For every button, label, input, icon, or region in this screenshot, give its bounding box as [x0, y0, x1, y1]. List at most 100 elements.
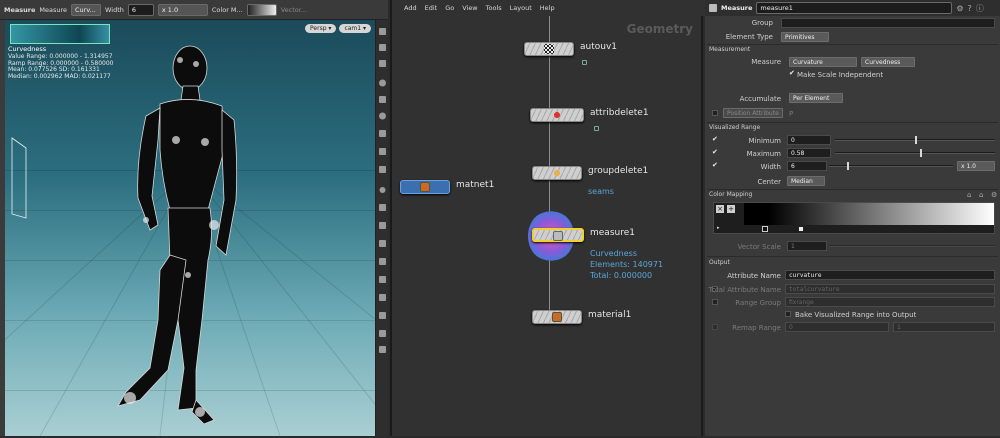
viewport-pane[interactable]: Curvedness Value Range: 0.000000 - 1.314…	[0, 0, 375, 436]
element-type-dropdown[interactable]: Primitives	[781, 32, 829, 42]
viewport-toolbar: Measure Measure Curv... Width 6 x 1.0 Co…	[0, 0, 388, 20]
lock-icon	[594, 126, 599, 131]
maximum-slider[interactable]	[835, 152, 995, 154]
ramp-key-black[interactable]	[762, 226, 768, 232]
figure-mesh	[0, 45, 375, 436]
lock-icon	[582, 60, 587, 65]
position-attribute-toggle[interactable]	[712, 110, 718, 116]
make-scale-independent-check[interactable]: ✔	[789, 69, 795, 77]
remap-range-min-field[interactable]: 0	[785, 322, 889, 332]
delete-icon	[552, 110, 562, 120]
accumulate-label: Accumulate	[739, 95, 781, 103]
gear-icon[interactable]: ⚙	[956, 4, 963, 13]
width-label: Width	[760, 163, 781, 171]
color-map-label: Color M...	[211, 5, 243, 14]
viewport-hud: Curvedness Value Range: 0.000000 - 1.314…	[8, 26, 118, 81]
ramp-expand-icon[interactable]: ▸	[717, 225, 720, 231]
ramp-key-white[interactable]	[798, 226, 804, 232]
node-attribdelete1[interactable]	[530, 108, 584, 122]
network-editor[interactable]: Add Edit Go View Tools Layout Help Geome…	[390, 0, 705, 436]
help-icon[interactable]: ?	[968, 4, 972, 13]
measure-info-elements: Elements: 140971	[590, 260, 664, 269]
camera-buttons: Persp ▾ cam1 ▾	[305, 24, 371, 33]
camera-button[interactable]: cam1 ▾	[339, 24, 371, 33]
group-field[interactable]	[781, 18, 995, 28]
node-groupdelete1[interactable]	[532, 166, 582, 180]
total-attribute-name-label: Total Attribute Name	[708, 286, 781, 294]
ramp-gradient[interactable]	[744, 203, 994, 225]
vector-label: Vector...	[280, 5, 308, 14]
gear-icon[interactable]: ⚙	[991, 191, 997, 199]
accumulate-dropdown[interactable]: Per Element	[789, 93, 843, 103]
range-group-field[interactable]: fixrange	[785, 297, 995, 307]
menu-add[interactable]: Add	[404, 4, 417, 12]
menu-edit[interactable]: Edit	[425, 4, 438, 12]
group-delete-icon	[552, 168, 562, 178]
center-dropdown[interactable]: Median	[787, 176, 825, 186]
node-name-field[interactable]: measure1	[756, 2, 953, 14]
node-label-material1: material1	[588, 310, 632, 320]
measure-type-dropdown[interactable]: Curv...	[71, 3, 101, 16]
width-field[interactable]: 6	[787, 161, 827, 171]
vector-scale-label: Vector Scale	[737, 243, 781, 251]
menu-go[interactable]: Go	[445, 4, 454, 12]
display-toolbar-icons[interactable]	[376, 20, 389, 436]
color-map-swatch[interactable]	[246, 3, 277, 16]
network-menu: Add Edit Go View Tools Layout Help	[392, 0, 705, 16]
menu-help[interactable]: Help	[540, 4, 555, 12]
measure-sub-dropdown[interactable]: Curvedness	[861, 57, 915, 67]
node-material1[interactable]	[532, 310, 582, 324]
width-slider-knob[interactable]	[847, 162, 849, 170]
node-info-measure1: Curvedness Elements: 140971 Total: 0.000…	[590, 248, 663, 281]
center-label: Center	[757, 178, 781, 186]
node-autouv1[interactable]	[524, 42, 574, 56]
position-attribute-value: P	[789, 110, 794, 118]
node-measure1[interactable]	[532, 228, 584, 242]
matnet-icon	[420, 182, 430, 192]
node-label-measure1: measure1	[590, 228, 635, 238]
attribute-name-field[interactable]: curvature	[785, 270, 995, 280]
node-matnet1[interactable]	[400, 180, 450, 194]
minimum-label: Minimum	[748, 137, 781, 145]
remap-range-label: Remap Range	[732, 324, 781, 332]
home-icon[interactable]: ⌂	[967, 191, 971, 199]
ramp-remove-key-button[interactable]: ×	[716, 205, 724, 213]
hud-median-mad: Median: 0.002962 MAD: 0.021177	[8, 73, 111, 81]
info-icon[interactable]: ⓘ	[976, 3, 984, 14]
bake-visualized-range-label: Bake Visualized Range into Output	[795, 311, 917, 319]
ramp-add-key-button[interactable]: +	[727, 205, 735, 213]
total-attribute-name-field[interactable]: totalcurvature	[785, 284, 995, 294]
position-attribute-button[interactable]: Position Attribute	[723, 108, 783, 118]
width-field[interactable]: 6	[127, 3, 154, 16]
perspective-button[interactable]: Persp ▾	[305, 24, 337, 33]
menu-layout[interactable]: Layout	[510, 4, 532, 12]
node-label-attribdelete1: attribdelete1	[590, 108, 649, 118]
node-label-groupdelete1: groupdelete1	[588, 166, 649, 176]
autouv-icon	[544, 44, 554, 54]
vector-scale-slider[interactable]	[829, 245, 995, 247]
minimum-slider-knob[interactable]	[915, 136, 917, 144]
parameter-editor: Measure measure1 ⚙ ? ⓘ Group Element Typ…	[705, 0, 1000, 436]
vector-scale-field[interactable]: 1	[787, 241, 827, 251]
measure-info-type: Curvedness	[590, 249, 638, 258]
color-ramp-editor[interactable]: × + ▸	[713, 202, 995, 234]
width-scale-dropdown[interactable]: x 1.0	[957, 161, 995, 171]
minimum-field[interactable]: 0	[787, 135, 831, 145]
maximum-field[interactable]: 0.58	[787, 148, 831, 158]
remap-range-max-field[interactable]: 1	[893, 322, 995, 332]
color-mapping-section: Color Mapping	[709, 191, 753, 198]
maximum-label: Maximum	[746, 150, 782, 158]
preset-icon[interactable]: ⌂	[979, 191, 983, 199]
width-scale-dropdown[interactable]: x 1.0	[157, 3, 208, 16]
measure-info-total: Total: 0.000000	[590, 271, 653, 280]
measure-dropdown[interactable]: Curvature	[789, 57, 857, 67]
bake-visualized-range-toggle[interactable]	[785, 311, 791, 317]
node-sub-groupdelete1: seams	[588, 187, 614, 196]
menu-tools[interactable]: Tools	[486, 4, 502, 12]
measure-icon	[553, 231, 563, 241]
menu-view[interactable]: View	[462, 4, 477, 12]
node-label-matnet1: matnet1	[456, 180, 495, 190]
3d-scene[interactable]	[0, 20, 375, 436]
maximum-slider-knob[interactable]	[920, 149, 922, 157]
material-icon	[552, 312, 562, 322]
